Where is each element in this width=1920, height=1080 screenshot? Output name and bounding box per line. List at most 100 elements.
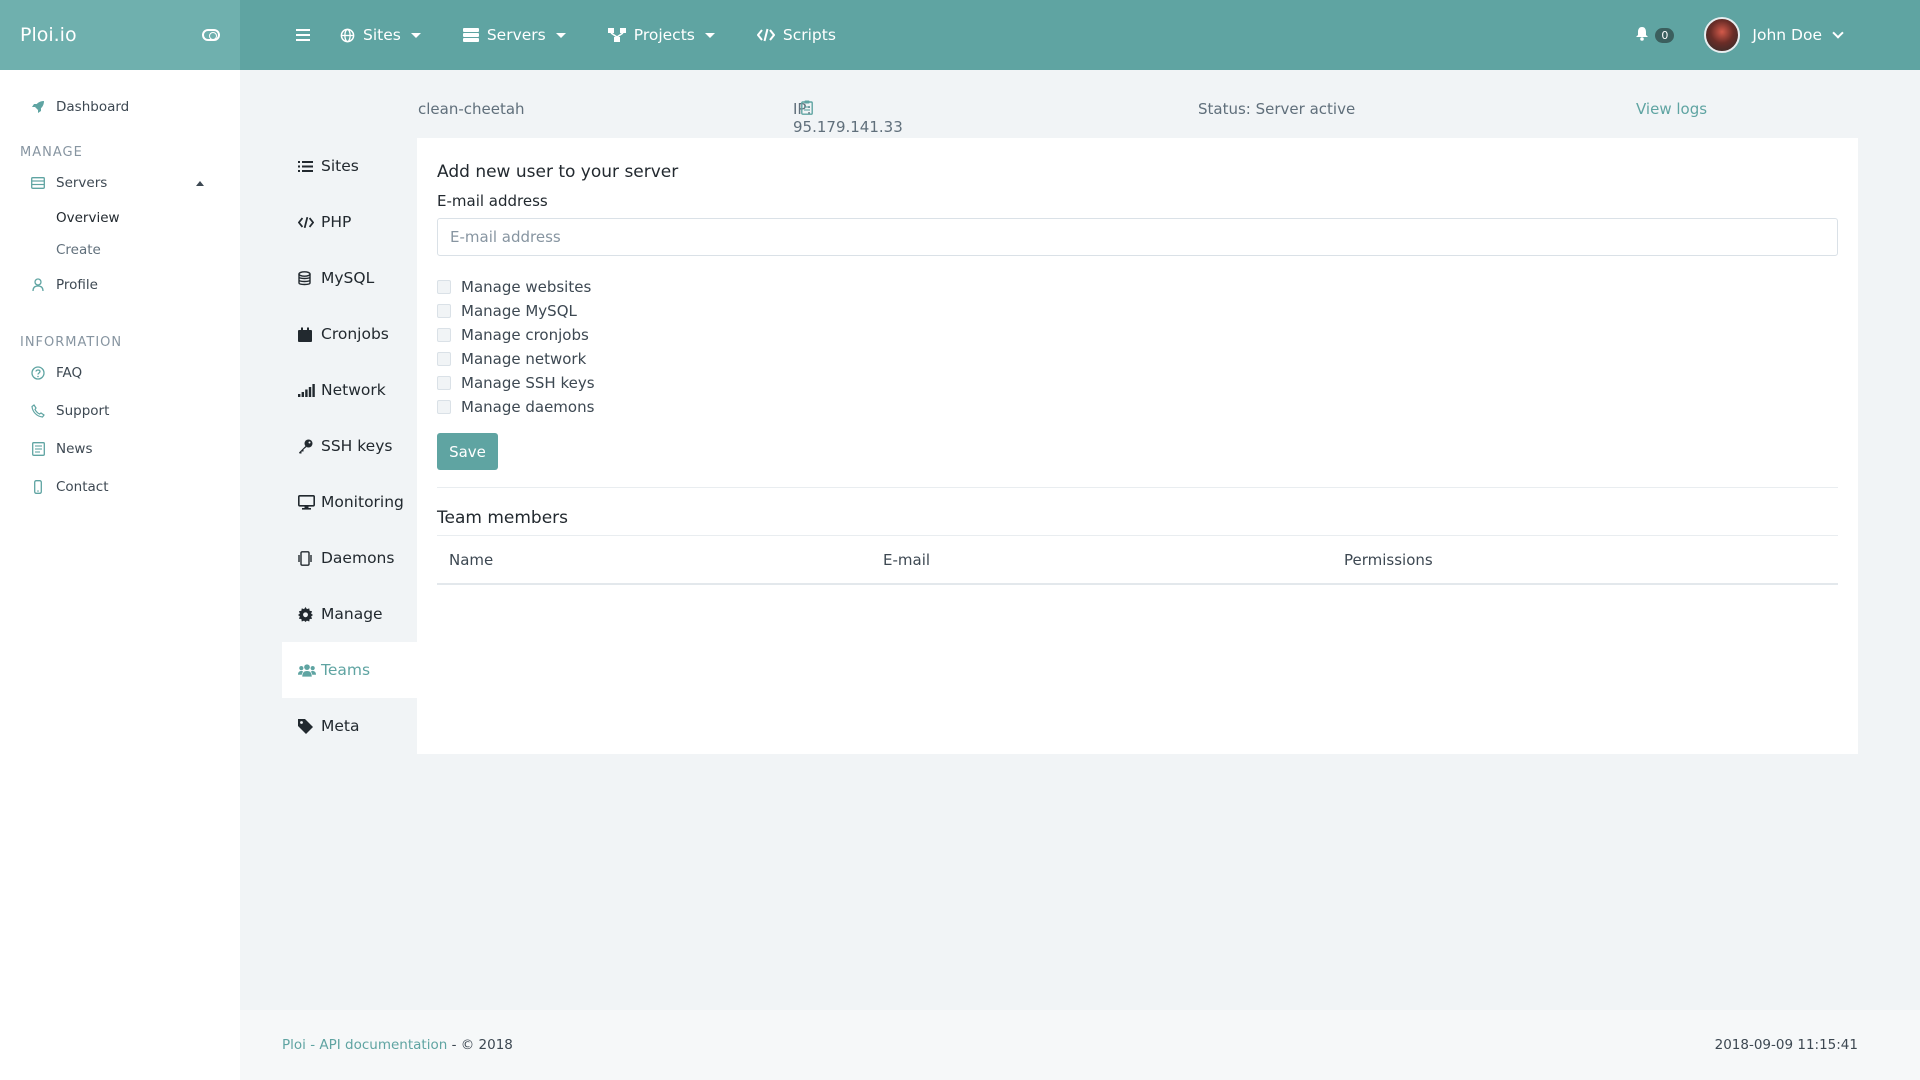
permission-manage-network[interactable]: Manage network: [437, 347, 595, 371]
submenu-label: SSH keys: [321, 437, 393, 455]
submenu-label: Daemons: [321, 549, 395, 567]
sidebar-item-support[interactable]: Support: [0, 392, 240, 430]
mobile-icon: [30, 480, 46, 494]
divider: [437, 487, 1838, 488]
code-icon: [298, 216, 316, 229]
sidebar-subitem-overview[interactable]: Overview: [0, 202, 240, 234]
permission-manage-websites[interactable]: Manage websites: [437, 275, 595, 299]
permission-manage-daemons[interactable]: Manage daemons: [437, 395, 595, 419]
submenu-item-network[interactable]: Network: [282, 362, 417, 418]
permission-manage-cronjobs[interactable]: Manage cronjobs: [437, 323, 595, 347]
users-icon: [298, 663, 316, 677]
submenu-item-daemons[interactable]: Daemons: [282, 530, 417, 586]
submenu-label: Monitoring: [321, 493, 404, 511]
newspaper-icon: [30, 442, 46, 456]
footer: Ploi - API documentation - © 2018 2018-0…: [240, 1010, 1920, 1080]
nav-scripts[interactable]: Scripts: [756, 26, 836, 44]
submenu-item-cronjobs[interactable]: Cronjobs: [282, 306, 417, 362]
menu-icon[interactable]: [296, 29, 310, 41]
sidebar: Dashboard MANAGE Servers Overview Create…: [0, 70, 240, 1080]
submenu-label: Network: [321, 381, 386, 399]
nav-projects-label: Projects: [633, 26, 695, 44]
sidebar-item-dashboard[interactable]: Dashboard: [0, 88, 240, 126]
sidebar-item-label: Profile: [56, 277, 98, 293]
top-navbar: Ploi.io Sites Servers Projects Scripts 0…: [0, 0, 1920, 70]
checkbox[interactable]: [437, 304, 451, 318]
submenu-item-ssh-keys[interactable]: SSH keys: [282, 418, 417, 474]
chevron-down-icon: [1832, 27, 1844, 39]
caret-down-icon: [555, 32, 566, 38]
sidebar-item-label: News: [56, 441, 93, 457]
globe-icon: [340, 28, 355, 43]
add-user-title: Add new user to your server: [437, 162, 679, 182]
copyright: - © 2018: [447, 1037, 513, 1053]
submenu-item-sites[interactable]: Sites: [282, 138, 417, 194]
checkbox-label: Manage cronjobs: [461, 326, 589, 344]
nav-servers[interactable]: Servers: [462, 26, 566, 44]
checkbox-label: Manage websites: [461, 278, 592, 296]
clipboard-icon[interactable]: [801, 100, 813, 115]
checkbox[interactable]: [437, 328, 451, 342]
key-icon: [298, 439, 316, 454]
submenu-label: Manage: [321, 605, 383, 623]
checkbox-label: Manage network: [461, 350, 587, 368]
permission-manage-mysql[interactable]: Manage MySQL: [437, 299, 595, 323]
notifications[interactable]: 0: [1635, 26, 1675, 45]
nav-sites-label: Sites: [363, 26, 401, 44]
server-icon: [30, 177, 46, 189]
teams-card: Add new user to your server E-mail addre…: [417, 138, 1858, 754]
sidebar-item-servers[interactable]: Servers: [0, 164, 240, 202]
column-header-email: E-mail: [883, 551, 931, 569]
submenu-item-php[interactable]: PHP: [282, 194, 417, 250]
checkbox[interactable]: [437, 352, 451, 366]
phone-icon: [30, 404, 46, 418]
permission-manage-ssh-keys[interactable]: Manage SSH keys: [437, 371, 595, 395]
submenu-item-manage[interactable]: Manage: [282, 586, 417, 642]
footer-separator: -: [305, 1037, 320, 1053]
main-nav: Sites Servers Projects Scripts 0 John Do…: [240, 0, 1920, 70]
user-menu[interactable]: John Doe: [1704, 17, 1844, 53]
question-icon: [30, 366, 46, 380]
ploi-link[interactable]: Ploi: [282, 1037, 306, 1053]
caret-down-icon: [704, 32, 715, 38]
checkbox-label: Manage daemons: [461, 398, 595, 416]
sidebar-item-contact[interactable]: Contact: [0, 468, 240, 506]
server-name: clean-cheetah: [418, 100, 525, 118]
database-icon: [298, 270, 316, 286]
submenu-item-monitoring[interactable]: Monitoring: [282, 474, 417, 530]
team-members-title: Team members: [437, 508, 569, 528]
sidebar-subitem-create[interactable]: Create: [0, 234, 240, 266]
submenu-item-teams[interactable]: Teams: [282, 642, 417, 698]
list-icon: [298, 160, 316, 173]
sidebar-item-faq[interactable]: FAQ: [0, 354, 240, 392]
signal-icon: [298, 383, 316, 397]
sidebar-toggle-icon[interactable]: [202, 29, 220, 41]
email-field[interactable]: [437, 218, 1838, 256]
nav-sites[interactable]: Sites: [340, 26, 421, 44]
user-icon: [30, 278, 46, 292]
rocket-icon: [30, 100, 46, 114]
submenu-label: MySQL: [321, 269, 375, 287]
checkbox[interactable]: [437, 400, 451, 414]
notification-count-badge: 0: [1655, 27, 1675, 43]
submenu-label: Teams: [321, 661, 371, 679]
checkbox[interactable]: [437, 280, 451, 294]
bell-icon: [1635, 26, 1649, 45]
manage-heading: MANAGE: [20, 145, 83, 160]
save-button[interactable]: Save: [437, 433, 498, 470]
submenu-item-meta[interactable]: Meta: [282, 698, 417, 754]
submenu-item-mysql[interactable]: MySQL: [282, 250, 417, 306]
submenu-label: Sites: [321, 157, 359, 175]
calendar-icon: [298, 327, 316, 342]
nav-projects[interactable]: Projects: [607, 26, 715, 44]
api-documentation-link[interactable]: API documentation: [319, 1037, 447, 1053]
team-members-table-header: Name E-mail Permissions: [437, 535, 1838, 585]
information-heading: INFORMATION: [20, 335, 123, 350]
sidebar-item-label: FAQ: [56, 365, 83, 381]
sidebar-item-news[interactable]: News: [0, 430, 240, 468]
sidebar-item-profile[interactable]: Profile: [0, 266, 240, 304]
checkbox-label: Manage MySQL: [461, 302, 577, 320]
brand-logo[interactable]: Ploi.io: [20, 24, 77, 46]
checkbox[interactable]: [437, 376, 451, 390]
view-logs-link[interactable]: View logs: [1636, 100, 1707, 118]
